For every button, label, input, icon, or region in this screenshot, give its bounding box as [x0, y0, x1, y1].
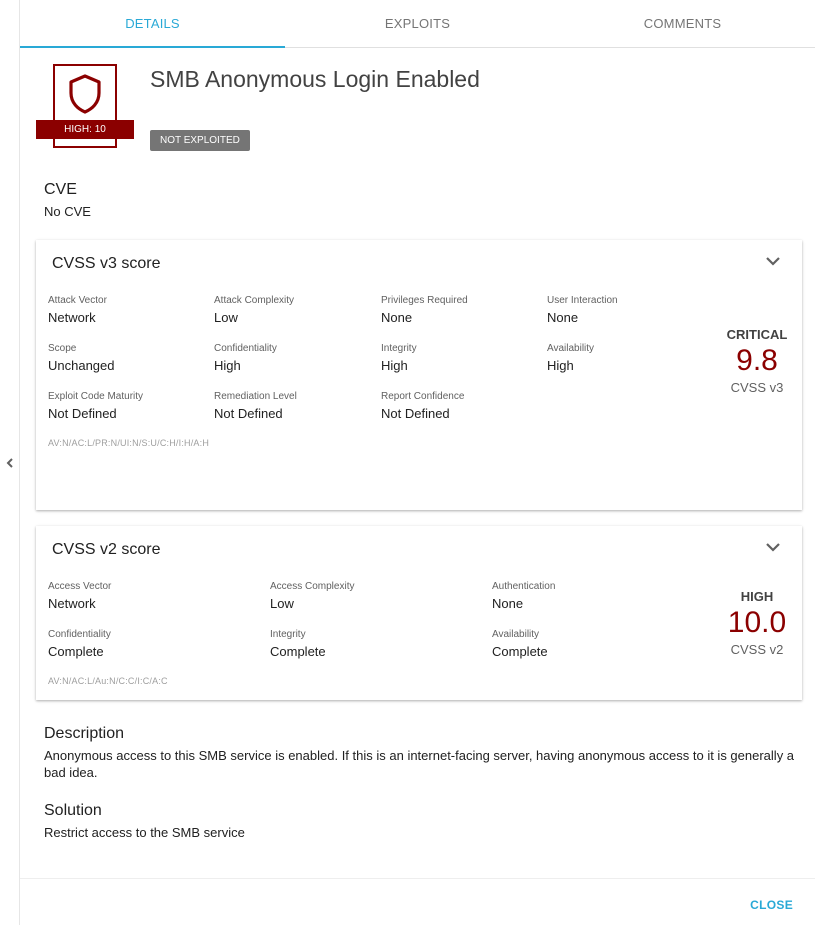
vulnerability-detail-panel: DETAILS EXPLOITS COMMENTS HIGH: 10 SMB A…	[20, 0, 815, 925]
metric-value: Not Defined	[48, 406, 117, 421]
score-version: CVSS v3	[730, 380, 784, 395]
score-severity: HIGH	[740, 589, 774, 604]
metric-value: Complete	[270, 644, 326, 659]
description-text: Anonymous access to this SMB service is …	[44, 748, 795, 780]
cve-value: No CVE	[44, 204, 91, 219]
metric: Confidentiality High	[214, 343, 277, 373]
tab-exploits[interactable]: EXPLOITS	[285, 0, 550, 47]
metric-value: None	[381, 310, 413, 325]
metric: Availability High	[547, 343, 594, 373]
metric-value: Not Defined	[214, 406, 283, 421]
metric-label: User Interaction	[547, 295, 618, 306]
metric-label: Integrity	[381, 343, 417, 354]
metric-label: Exploit Code Maturity	[48, 391, 144, 402]
card-title: CVSS v2 score	[52, 541, 161, 558]
side-rail	[0, 0, 20, 925]
metric-value: High	[381, 358, 408, 373]
metric: Scope Unchanged	[48, 343, 115, 373]
metric: Attack Complexity Low	[214, 295, 294, 325]
metric: Access Vector Network	[48, 581, 111, 611]
metric-label: Report Confidence	[381, 391, 465, 402]
description-heading: Description	[44, 725, 125, 742]
metric-value: Low	[270, 596, 294, 611]
score-version: CVSS v2	[730, 642, 784, 657]
score-severity: CRITICAL	[726, 327, 788, 342]
metric-label: Confidentiality	[48, 629, 111, 640]
metric-value: None	[547, 310, 579, 325]
metric: Integrity Complete	[270, 629, 326, 659]
metric: Access Complexity Low	[270, 581, 354, 611]
metric: Exploit Code Maturity Not Defined	[48, 391, 143, 421]
metric-label: Confidentiality	[214, 343, 277, 354]
metric-value: Network	[48, 310, 96, 325]
cvss-v2-card: CVSS v2 score Access Vector Network Acce…	[36, 526, 802, 700]
metric: Authentication None	[492, 581, 555, 611]
metric: Integrity High	[381, 343, 417, 373]
severity-badge-label: HIGH: 10	[36, 120, 134, 139]
score-summary: HIGH 10.0 CVSS v2	[707, 589, 807, 657]
metric-value: Complete	[48, 644, 104, 659]
metric-value: Complete	[492, 644, 548, 659]
chevron-down-icon[interactable]	[764, 254, 782, 268]
metric: Report Confidence Not Defined	[381, 391, 464, 421]
metric-value: High	[547, 358, 574, 373]
metric-label: Privileges Required	[381, 295, 468, 306]
metric: Remediation Level Not Defined	[214, 391, 297, 421]
score-value: 10.0	[727, 606, 787, 639]
metric-value: Low	[214, 310, 238, 325]
cve-heading: CVE	[44, 181, 77, 198]
dialog-footer: CLOSE	[20, 878, 815, 925]
score-value: 9.8	[736, 344, 778, 377]
metric-label: Scope	[48, 343, 77, 354]
solution-heading: Solution	[44, 802, 102, 819]
chevron-down-icon[interactable]	[764, 540, 782, 554]
page-title: SMB Anonymous Login Enabled	[150, 66, 480, 92]
metric: Attack Vector Network	[48, 295, 107, 325]
card-title: CVSS v3 score	[52, 255, 161, 272]
metric-label: Authentication	[492, 581, 556, 592]
tab-bar: DETAILS EXPLOITS COMMENTS	[20, 0, 815, 48]
metric-label: Attack Complexity	[214, 295, 295, 306]
metric: Privileges Required None	[381, 295, 468, 325]
chevron-left-icon[interactable]	[3, 455, 17, 471]
metric-value: Network	[48, 596, 96, 611]
metric-value: High	[214, 358, 241, 373]
metric-value: Unchanged	[48, 358, 115, 373]
metric-label: Remediation Level	[214, 391, 297, 402]
metric-label: Integrity	[270, 629, 306, 640]
metric-label: Attack Vector	[48, 295, 107, 306]
cvss-v3-card: CVSS v3 score Attack Vector Network Atta…	[36, 240, 802, 510]
solution-text: Restrict access to the SMB service	[44, 825, 245, 840]
close-button[interactable]: CLOSE	[750, 898, 793, 912]
tab-details[interactable]: DETAILS	[20, 0, 285, 48]
shield-icon	[69, 74, 101, 114]
metric-label: Availability	[492, 629, 540, 640]
metric-value: Not Defined	[381, 406, 450, 421]
tab-comments[interactable]: COMMENTS	[550, 0, 815, 47]
metric-label: Availability	[547, 343, 595, 354]
metric-value: None	[492, 596, 524, 611]
metric: Confidentiality Complete	[48, 629, 111, 659]
metric-label: Access Complexity	[270, 581, 355, 592]
status-badge: NOT EXPLOITED	[150, 130, 250, 151]
metric-label: Access Vector	[48, 581, 112, 592]
metric: Availability Complete	[492, 629, 548, 659]
score-summary: CRITICAL 9.8 CVSS v3	[707, 327, 807, 395]
cvss-vector-string: AV:N/AC:L/PR:N/UI:N/S:U/C:H/I:H/A:H	[48, 438, 210, 448]
cvss-vector-string: AV:N/AC:L/Au:N/C:C/I:C/A:C	[48, 676, 168, 686]
metric: User Interaction None	[547, 295, 618, 325]
